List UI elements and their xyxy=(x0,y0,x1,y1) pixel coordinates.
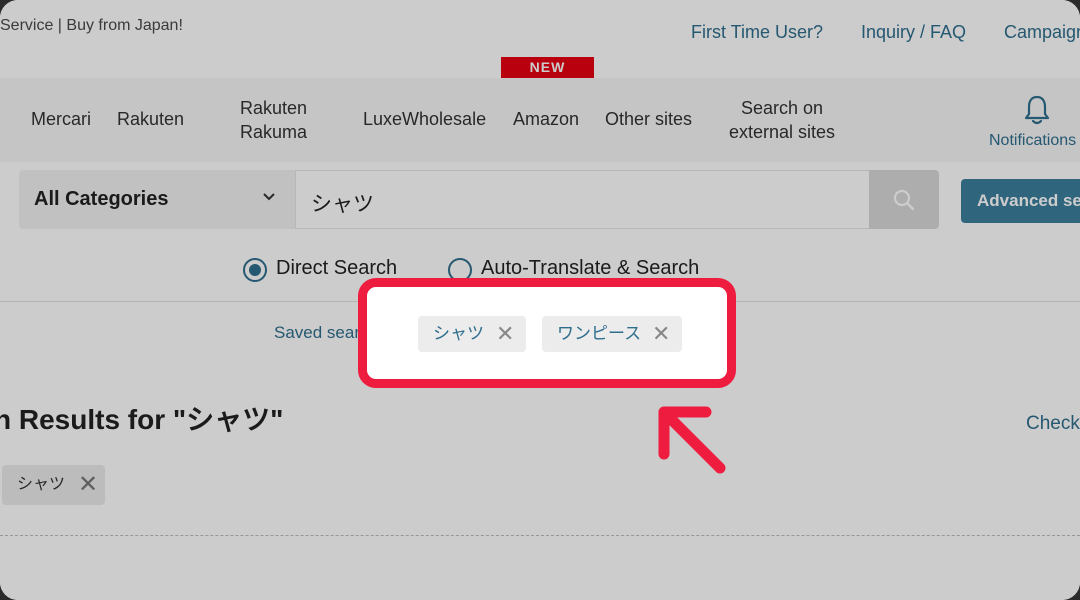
remove-chip-icon[interactable]: ✕ xyxy=(652,316,670,352)
notifications-label: Notifications xyxy=(989,132,1077,149)
saved-chip-shirt[interactable]: シャツ ✕ xyxy=(418,316,526,352)
saved-chip-onepiece[interactable]: ワンピース ✕ xyxy=(542,316,682,352)
radio-unselected-icon xyxy=(448,258,472,282)
active-filter-chip[interactable]: シャツ ✕ xyxy=(2,465,105,505)
bell-icon xyxy=(1024,95,1050,125)
category-label: All Categories xyxy=(34,188,169,210)
check-link[interactable]: Check xyxy=(1026,413,1080,435)
remove-chip-icon[interactable]: ✕ xyxy=(496,316,514,352)
nav-other-sites[interactable]: Other sites xyxy=(605,107,692,131)
nav-rakuten[interactable]: Rakuten xyxy=(117,107,184,131)
nav-external-sites[interactable]: Search on external sites xyxy=(729,96,835,144)
advanced-search-button[interactable]: Advanced search xyxy=(961,179,1080,223)
nav-amazon[interactable]: Amazon xyxy=(513,107,579,131)
campaign-link[interactable]: Campaign xyxy=(1004,22,1080,43)
notifications-button[interactable]: Notifications xyxy=(988,94,1080,149)
search-query: シャツ xyxy=(311,193,374,216)
saved-chip-shirt-label: シャツ xyxy=(433,324,484,343)
nav-rakuten-rakuma[interactable]: Rakuten Rakuma xyxy=(240,96,307,144)
category-select[interactable]: All Categories xyxy=(19,170,295,229)
radio-selected-icon xyxy=(243,258,267,282)
active-filter-label: シャツ xyxy=(17,476,66,493)
site-tagline: Service | Buy from Japan! xyxy=(0,17,183,34)
search-button[interactable] xyxy=(869,170,939,229)
search-icon xyxy=(893,189,915,211)
search-area: All Categories シャツ Advanced search Direc… xyxy=(0,162,1080,302)
nav-luxewholesale[interactable]: LuxeWholesale xyxy=(363,107,486,131)
first-time-user-link[interactable]: First Time User? xyxy=(691,22,823,43)
new-badge: NEW xyxy=(501,57,594,78)
nav-mercari[interactable]: Mercari xyxy=(31,107,91,131)
dashed-divider xyxy=(0,535,1080,536)
saved-chip-onepiece-label: ワンピース xyxy=(557,324,642,343)
search-input[interactable]: シャツ xyxy=(295,170,870,229)
inquiry-faq-link[interactable]: Inquiry / FAQ xyxy=(861,22,966,43)
page: Service | Buy from Japan! First Time Use… xyxy=(0,0,1080,600)
radio-auto-translate-label: Auto-Translate & Search xyxy=(481,257,700,279)
pointer-arrow-icon xyxy=(658,406,726,474)
results-title: n Results for "シャツ" xyxy=(0,404,284,435)
radio-direct-search-label: Direct Search xyxy=(276,257,398,279)
remove-filter-icon[interactable]: ✕ xyxy=(78,465,98,505)
chevron-down-icon xyxy=(263,193,275,201)
